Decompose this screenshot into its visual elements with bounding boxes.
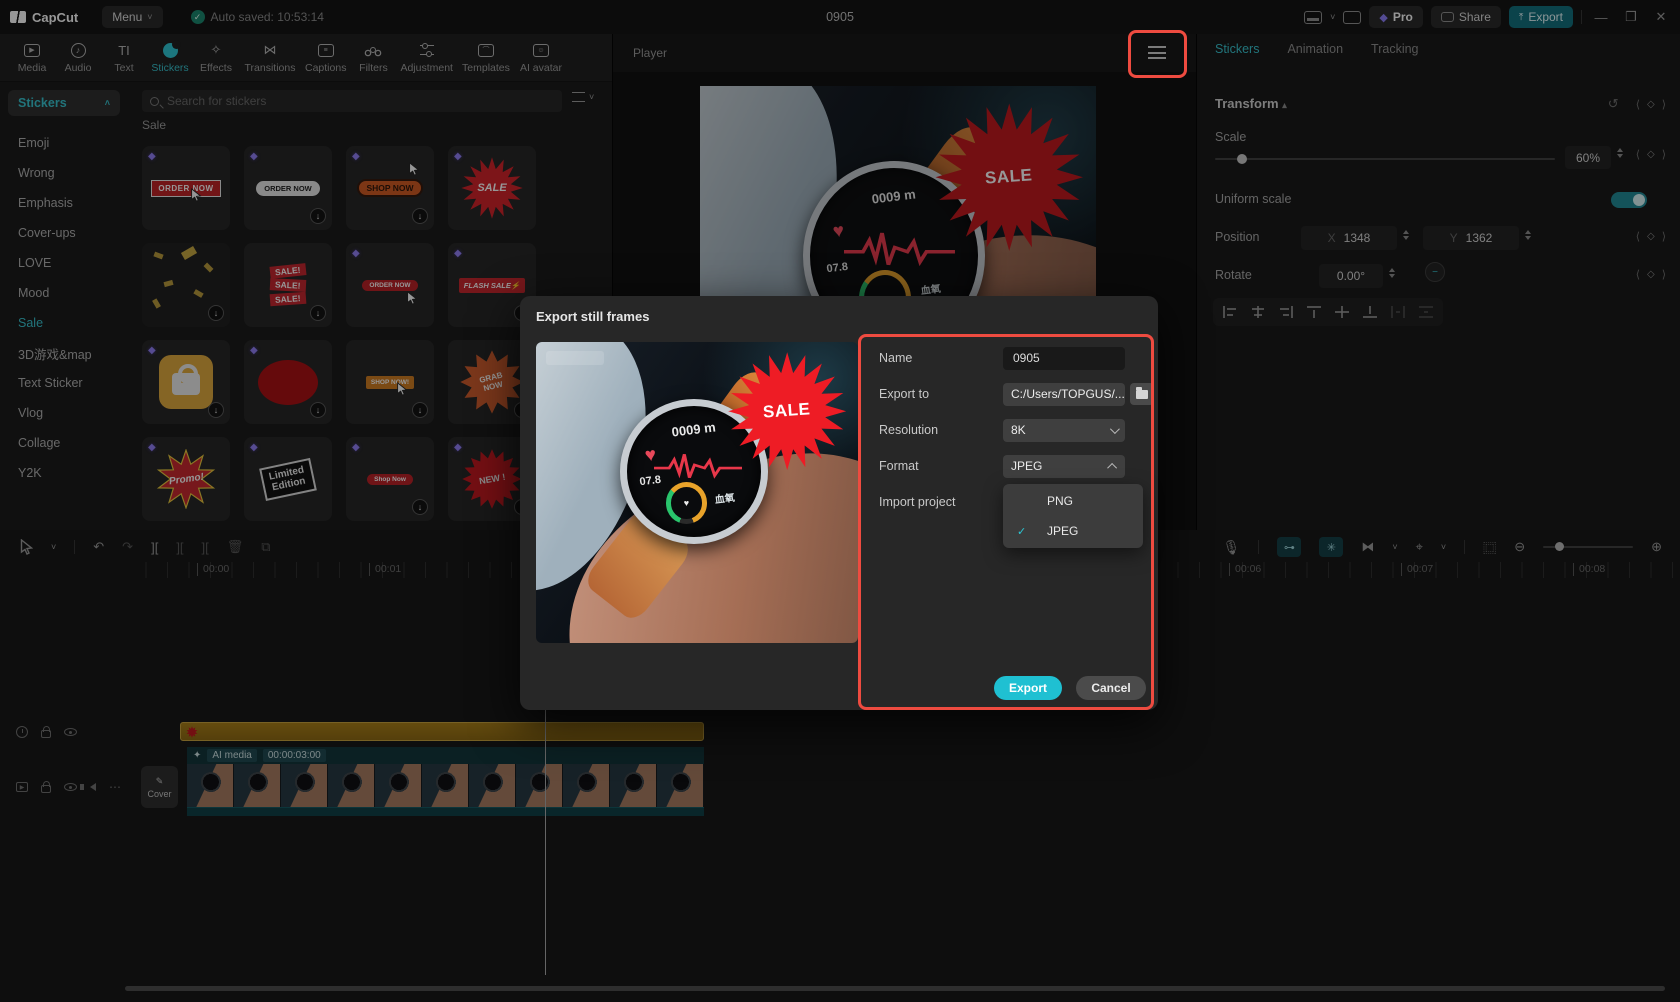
format-option-jpeg[interactable]: ✓ JPEG — [1003, 516, 1143, 546]
export-still-frames-dialog: Export still frames 0009 m ♥ 07.8 ♥ 血氧 S… — [520, 296, 1158, 710]
resolution-label: Resolution — [879, 423, 989, 437]
import-project-label: Import project — [879, 495, 989, 509]
export-preview-image: 0009 m ♥ 07.8 ♥ 血氧 SALE — [536, 342, 858, 643]
chevron-down-icon — [1110, 424, 1120, 434]
activity-ring: ♥ — [666, 482, 708, 524]
format-option-png[interactable]: PNG — [1003, 486, 1143, 516]
sale-starburst: SALE — [726, 351, 848, 471]
export-to-field[interactable]: C:/Users/TOPGUS/... — [1003, 383, 1125, 406]
format-label: Format — [879, 459, 989, 473]
format-dropdown: PNG ✓ JPEG — [1003, 484, 1143, 548]
chevron-up-icon — [1107, 462, 1117, 472]
format-select[interactable]: JPEG — [1003, 455, 1125, 478]
name-label: Name — [879, 351, 989, 365]
name-field[interactable] — [1003, 347, 1125, 370]
capcut-window: CapCut Menu ˅ ✓ Auto saved: 10:53:14 090… — [0, 0, 1680, 1002]
name-input[interactable] — [1011, 350, 1117, 366]
dialog-export-button[interactable]: Export — [994, 676, 1062, 700]
resolution-select[interactable]: 8K — [1003, 419, 1125, 442]
dialog-cancel-button[interactable]: Cancel — [1076, 676, 1146, 700]
dialog-title: Export still frames — [536, 309, 649, 324]
watermark — [546, 351, 604, 365]
check-icon: ✓ — [1017, 525, 1026, 538]
folder-icon — [1136, 390, 1148, 399]
export-to-label: Export to — [879, 387, 989, 401]
browse-folder-button[interactable] — [1130, 383, 1154, 405]
